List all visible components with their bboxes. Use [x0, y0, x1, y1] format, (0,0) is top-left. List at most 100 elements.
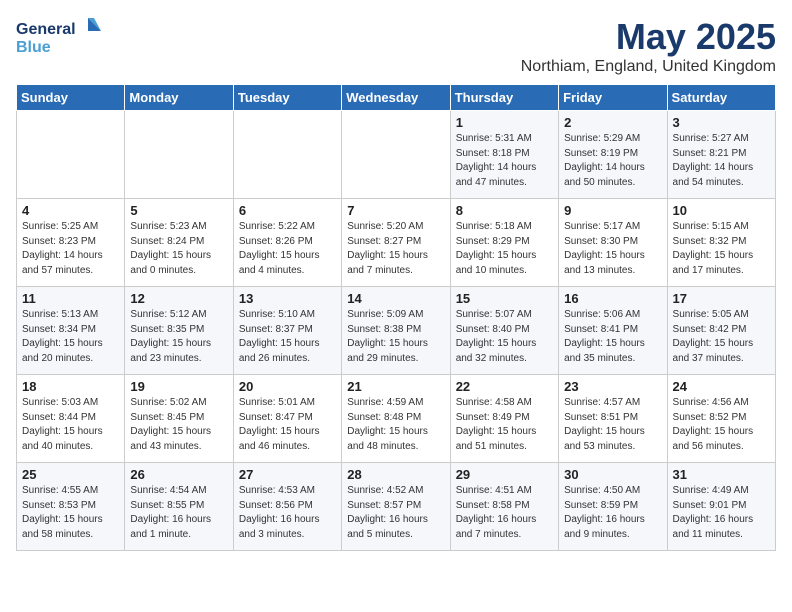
day-info: Sunrise: 4:58 AMSunset: 8:49 PMDaylight:…: [456, 396, 553, 454]
day-number: 4: [22, 203, 119, 218]
day-info: Sunrise: 4:55 AMSunset: 8:53 PMDaylight:…: [22, 484, 119, 542]
day-number: 18: [22, 379, 119, 394]
calendar-cell: 30Sunrise: 4:50 AMSunset: 8:59 PMDayligh…: [559, 463, 667, 551]
day-number: 17: [673, 291, 770, 306]
svg-text:Blue: Blue: [16, 39, 51, 56]
calendar-week-5: 25 Sunrise: 4:55 AMSunset: 8:53 PMDayligh…: [17, 463, 776, 551]
day-number: 25: [22, 467, 119, 482]
calendar-cell: 12 Sunrise: 5:12 AMSunset: 8:35 PMDayligh…: [125, 287, 233, 375]
title-block: May 2025 Northiam, England, United Kingd…: [521, 16, 776, 76]
day-number: 10: [673, 203, 770, 218]
day-number: 16: [564, 291, 661, 306]
day-number: 6: [239, 203, 336, 218]
day-number: 9: [564, 203, 661, 218]
day-number: 26: [130, 467, 227, 482]
header-sunday: Sunday: [17, 85, 125, 111]
calendar-cell: 13 Sunrise: 5:10 AMSunset: 8:37 PMDayligh…: [233, 287, 341, 375]
calendar-cell: 1 Sunrise: 5:31 AMSunset: 8:18 PMDaylight…: [450, 111, 558, 199]
day-info: Sunrise: 5:07 AMSunset: 8:40 PMDaylight:…: [456, 308, 553, 366]
day-info: Sunrise: 5:25 AMSunset: 8:23 PMDaylight:…: [22, 220, 119, 278]
calendar-cell: [342, 111, 450, 199]
day-number: 30: [564, 467, 661, 482]
day-info: Sunrise: 4:51 AMSunset: 8:58 PMDaylight:…: [456, 484, 553, 542]
day-number: 8: [456, 203, 553, 218]
calendar-cell: 3Sunrise: 5:27 AMSunset: 8:21 PMDaylight…: [667, 111, 775, 199]
day-info: Sunrise: 5:01 AMSunset: 8:47 PMDaylight:…: [239, 396, 336, 454]
day-number: 12: [130, 291, 227, 306]
calendar-cell: 5 Sunrise: 5:23 AMSunset: 8:24 PMDaylight…: [125, 199, 233, 287]
calendar-cell: 17 Sunrise: 5:05 AMSunset: 8:42 PMDayligh…: [667, 287, 775, 375]
calendar-cell: 26Sunrise: 4:54 AMSunset: 8:55 PMDayligh…: [125, 463, 233, 551]
calendar-cell: 8 Sunrise: 5:18 AMSunset: 8:29 PMDaylight…: [450, 199, 558, 287]
day-info: Sunrise: 5:10 AMSunset: 8:37 PMDaylight:…: [239, 308, 336, 366]
day-number: 22: [456, 379, 553, 394]
day-info: Sunrise: 4:59 AMSunset: 8:48 PMDaylight:…: [347, 396, 444, 454]
day-number: 28: [347, 467, 444, 482]
calendar-cell: 19 Sunrise: 5:02 AMSunset: 8:45 PMDayligh…: [125, 375, 233, 463]
calendar-title: May 2025: [521, 16, 776, 58]
calendar-cell: 15 Sunrise: 5:07 AMSunset: 8:40 PMDayligh…: [450, 287, 558, 375]
day-number: 19: [130, 379, 227, 394]
page-header: General Blue May 2025 Northiam, England,…: [16, 16, 776, 76]
header-monday: Monday: [125, 85, 233, 111]
calendar-cell: 10Sunrise: 5:15 AMSunset: 8:32 PMDayligh…: [667, 199, 775, 287]
header-tuesday: Tuesday: [233, 85, 341, 111]
day-info: Sunrise: 5:17 AMSunset: 8:30 PMDaylight:…: [564, 220, 661, 278]
calendar-week-2: 4 Sunrise: 5:25 AMSunset: 8:23 PMDaylight…: [17, 199, 776, 287]
calendar-subtitle: Northiam, England, United Kingdom: [521, 58, 776, 76]
day-number: 1: [456, 115, 553, 130]
day-info: Sunrise: 4:49 AMSunset: 9:01 PMDaylight:…: [673, 484, 770, 542]
calendar-cell: 21 Sunrise: 4:59 AMSunset: 8:48 PMDayligh…: [342, 375, 450, 463]
day-info: Sunrise: 5:31 AMSunset: 8:18 PMDaylight:…: [456, 132, 553, 190]
day-number: 7: [347, 203, 444, 218]
calendar-cell: 25 Sunrise: 4:55 AMSunset: 8:53 PMDayligh…: [17, 463, 125, 551]
calendar-week-3: 11 Sunrise: 5:13 AMSunset: 8:34 PMDayligh…: [17, 287, 776, 375]
day-info: Sunrise: 5:13 AMSunset: 8:34 PMDaylight:…: [22, 308, 119, 366]
day-info: Sunrise: 5:29 AMSunset: 8:19 PMDaylight:…: [564, 132, 661, 190]
calendar-cell: 7 Sunrise: 5:20 AMSunset: 8:27 PMDaylight…: [342, 199, 450, 287]
day-number: 2: [564, 115, 661, 130]
day-info: Sunrise: 5:18 AMSunset: 8:29 PMDaylight:…: [456, 220, 553, 278]
calendar-cell: 31 Sunrise: 4:49 AMSunset: 9:01 PMDayligh…: [667, 463, 775, 551]
logo: General Blue: [16, 16, 106, 60]
day-number: 20: [239, 379, 336, 394]
calendar-week-1: 1 Sunrise: 5:31 AMSunset: 8:18 PMDaylight…: [17, 111, 776, 199]
day-info: Sunrise: 5:05 AMSunset: 8:42 PMDaylight:…: [673, 308, 770, 366]
calendar-cell: 23Sunrise: 4:57 AMSunset: 8:51 PMDayligh…: [559, 375, 667, 463]
calendar-cell: [17, 111, 125, 199]
day-info: Sunrise: 5:02 AMSunset: 8:45 PMDaylight:…: [130, 396, 227, 454]
header-friday: Friday: [559, 85, 667, 111]
day-number: 14: [347, 291, 444, 306]
calendar-cell: 11 Sunrise: 5:13 AMSunset: 8:34 PMDayligh…: [17, 287, 125, 375]
day-info: Sunrise: 5:03 AMSunset: 8:44 PMDaylight:…: [22, 396, 119, 454]
calendar-cell: 14 Sunrise: 5:09 AMSunset: 8:38 PMDayligh…: [342, 287, 450, 375]
day-info: Sunrise: 5:20 AMSunset: 8:27 PMDaylight:…: [347, 220, 444, 278]
day-info: Sunrise: 5:23 AMSunset: 8:24 PMDaylight:…: [130, 220, 227, 278]
header-thursday: Thursday: [450, 85, 558, 111]
calendar-cell: 16Sunrise: 5:06 AMSunset: 8:41 PMDayligh…: [559, 287, 667, 375]
calendar-cell: 28Sunrise: 4:52 AMSunset: 8:57 PMDayligh…: [342, 463, 450, 551]
day-number: 5: [130, 203, 227, 218]
calendar-cell: 27Sunrise: 4:53 AMSunset: 8:56 PMDayligh…: [233, 463, 341, 551]
calendar-table: Sunday Monday Tuesday Wednesday Thursday…: [16, 84, 776, 551]
calendar-cell: 2 Sunrise: 5:29 AMSunset: 8:19 PMDaylight…: [559, 111, 667, 199]
day-number: 31: [673, 467, 770, 482]
day-number: 21: [347, 379, 444, 394]
calendar-cell: [233, 111, 341, 199]
calendar-week-4: 18 Sunrise: 5:03 AMSunset: 8:44 PMDayligh…: [17, 375, 776, 463]
day-number: 27: [239, 467, 336, 482]
header-saturday: Saturday: [667, 85, 775, 111]
day-number: 13: [239, 291, 336, 306]
day-number: 11: [22, 291, 119, 306]
day-number: 3: [673, 115, 770, 130]
day-number: 15: [456, 291, 553, 306]
calendar-cell: 6Sunrise: 5:22 AMSunset: 8:26 PMDaylight…: [233, 199, 341, 287]
calendar-cell: 20 Sunrise: 5:01 AMSunset: 8:47 PMDayligh…: [233, 375, 341, 463]
day-info: Sunrise: 5:09 AMSunset: 8:38 PMDaylight:…: [347, 308, 444, 366]
svg-text:General: General: [16, 21, 76, 38]
day-info: Sunrise: 5:12 AMSunset: 8:35 PMDaylight:…: [130, 308, 227, 366]
calendar-cell: [125, 111, 233, 199]
header-wednesday: Wednesday: [342, 85, 450, 111]
calendar-cell: 22 Sunrise: 4:58 AMSunset: 8:49 PMDayligh…: [450, 375, 558, 463]
day-number: 24: [673, 379, 770, 394]
